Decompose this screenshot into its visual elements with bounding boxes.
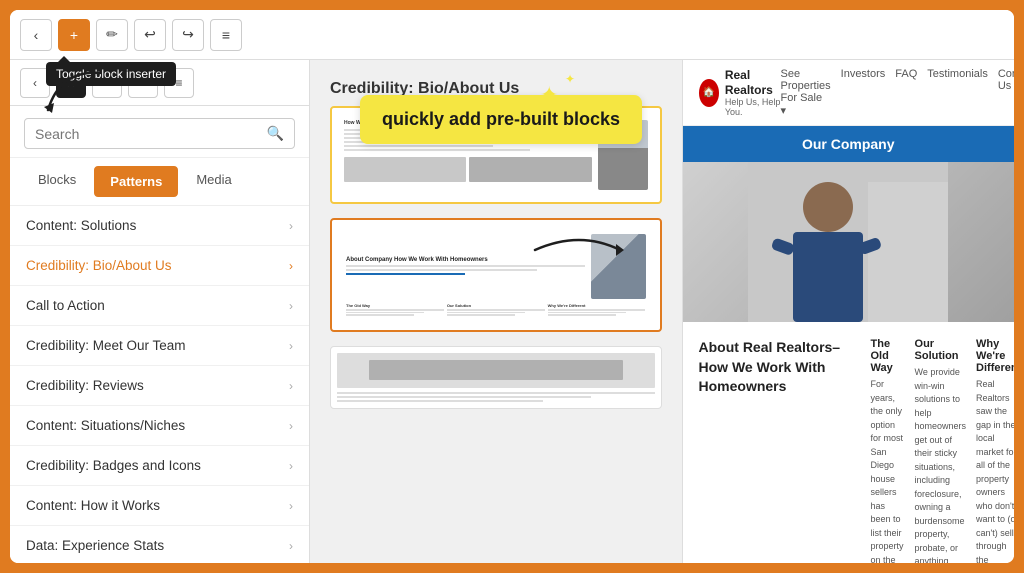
nav-testimonials[interactable]: Testimonials — [927, 68, 988, 117]
pen-button[interactable]: ✏ — [96, 19, 128, 51]
logo-name: Real Realtors — [725, 68, 781, 97]
website-preview: 🏠 Real Realtors Help Us, Help You. See P… — [682, 60, 1015, 563]
insert-button[interactable]: + — [58, 19, 90, 51]
nav-investors[interactable]: Investors — [841, 68, 886, 117]
patterns-list: Content: Solutions › Credibility: Bio/Ab… — [10, 206, 309, 563]
website-nav: See Properties For Sale ▾ Investors FAQ … — [781, 68, 1014, 117]
website-content: About Real Realtors–How We Work With Hom… — [683, 322, 1015, 563]
chevron-icon: › — [289, 539, 293, 553]
chevron-icon: › — [289, 419, 293, 433]
logo-sub: Help Us, Help You. — [725, 97, 781, 117]
chevron-icon: › — [289, 379, 293, 393]
chevron-icon: › — [289, 299, 293, 313]
nav-contact[interactable]: Contact Us — [998, 68, 1014, 117]
website-banner: Our Company — [683, 126, 1015, 162]
search-input[interactable] — [35, 126, 259, 142]
about-col-2: Our Solution We provide win-win solution… — [915, 338, 967, 563]
pattern-item-badges-icons[interactable]: Credibility: Badges and Icons › — [10, 446, 309, 486]
website-logo: 🏠 Real Realtors Help Us, Help You. — [699, 68, 781, 117]
chevron-icon: › — [289, 339, 293, 353]
list-button[interactable]: ≡ — [210, 19, 242, 51]
about-col-3: Why We're Different Real Realtors saw th… — [976, 338, 1014, 563]
tab-media[interactable]: Media — [182, 166, 245, 197]
chevron-icon: › — [289, 219, 293, 233]
outer-frame: ‹ + ✏ ↩ ↪ ≡ Toggle block inserter ‹ ✕ ✏ — [0, 0, 1024, 573]
nav-faq[interactable]: FAQ — [895, 68, 917, 117]
pattern-item-credibility-bio[interactable]: Credibility: Bio/About Us › — [10, 246, 309, 286]
preview-card-3[interactable] — [330, 346, 662, 409]
hero-image — [683, 162, 1015, 322]
tab-patterns[interactable]: Patterns — [94, 166, 178, 197]
toggle-tooltip: Toggle block inserter — [46, 62, 176, 86]
pattern-item-call-to-action[interactable]: Call to Action › — [10, 286, 309, 326]
redo-button[interactable]: ↪ — [172, 19, 204, 51]
chevron-icon: › — [289, 259, 293, 273]
main-toolbar: ‹ + ✏ ↩ ↪ ≡ Toggle block inserter — [10, 10, 1014, 60]
pattern-item-how-it-works[interactable]: Content: How it Works › — [10, 486, 309, 526]
col2-title: Our Solution — [915, 338, 967, 362]
pattern-item-experience-stats[interactable]: Data: Experience Stats › — [10, 526, 309, 563]
about-cols: The Old Way For years, the only option f… — [871, 338, 1015, 563]
search-icon: 🔍 — [267, 125, 284, 142]
about-left: About Real Realtors–How We Work With Hom… — [699, 338, 859, 563]
tab-blocks[interactable]: Blocks — [24, 166, 90, 197]
chevron-icon: › — [289, 499, 293, 513]
callout-bubble: quickly add pre-built blocks — [360, 95, 642, 144]
pattern-item-reviews[interactable]: Credibility: Reviews › — [10, 366, 309, 406]
inner-container: ‹ + ✏ ↩ ↪ ≡ Toggle block inserter ‹ ✕ ✏ — [10, 10, 1014, 563]
sparkle-2: ✦ — [520, 100, 532, 117]
search-box: 🔍 — [24, 118, 295, 149]
about-title: About Real Realtors–How We Work With Hom… — [699, 338, 859, 397]
col1-text: For years, the only option for most San … — [871, 378, 905, 563]
col3-text: Real Realtors saw the gap in the local m… — [976, 378, 1014, 563]
sparkle-1: ✦ — [540, 82, 558, 108]
website-hero — [683, 162, 1015, 322]
nav-properties[interactable]: See Properties For Sale ▾ — [781, 68, 831, 117]
search-area: 🔍 — [10, 106, 309, 158]
col1-title: The Old Way — [871, 338, 905, 374]
preview-card-2-inner: About Company How We Work With Homeowner… — [332, 220, 660, 330]
col2-text: We provide win-win solutions to help hom… — [915, 366, 967, 563]
col3-title: Why We're Different — [976, 338, 1014, 374]
pattern-item-meet-our-team[interactable]: Credibility: Meet Our Team › — [10, 326, 309, 366]
chevron-icon: › — [289, 459, 293, 473]
pattern-item-content-solutions[interactable]: Content: Solutions › — [10, 206, 309, 246]
sparkle-3: ✦ — [565, 72, 575, 86]
website-header: 🏠 Real Realtors Help Us, Help You. See P… — [683, 60, 1015, 126]
about-section: About Real Realtors–How We Work With Hom… — [699, 338, 999, 563]
hero-person-svg — [748, 162, 948, 322]
preview-card-2[interactable]: About Company How We Work With Homeowner… — [330, 218, 662, 332]
undo-button[interactable]: ↩ — [134, 19, 166, 51]
sidebar: ‹ ✕ ✏ ↩ ≡ 🔍 Blocks Patterns — [10, 60, 310, 563]
back-button[interactable]: ‹ — [20, 19, 52, 51]
preview-wrapper: Credibility: Bio/About Us How We Work Wi… — [330, 80, 662, 543]
tabs-row: Blocks Patterns Media — [10, 158, 309, 206]
about-col-1: The Old Way For years, the only option f… — [871, 338, 905, 563]
pattern-item-situations-niches[interactable]: Content: Situations/Niches › — [10, 406, 309, 446]
logo-icon: 🏠 — [699, 79, 719, 107]
